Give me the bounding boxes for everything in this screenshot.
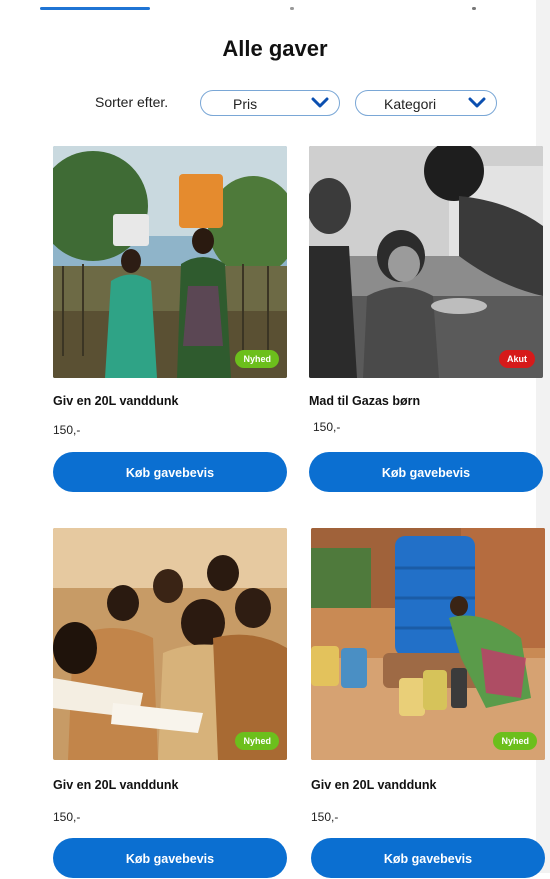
product-photo-water-tank[interactable]: Nyhed: [311, 528, 545, 760]
buy-gift-certificate-button[interactable]: Køb gavebevis: [311, 838, 545, 878]
page-title: Alle gaver: [222, 36, 328, 61]
product-price: 150,-: [313, 420, 341, 434]
product-price: 150,-: [53, 423, 81, 437]
badge-new: Nyhed: [235, 350, 279, 368]
badge-urgent: Akut: [499, 350, 535, 368]
buy-gift-certificate-button[interactable]: Køb gavebevis: [53, 838, 287, 878]
product-price: 150,-: [311, 810, 339, 824]
top-strip: [0, 0, 550, 14]
page-margin-left: [0, 0, 30, 873]
product-title: Giv en 20L vanddunk: [311, 778, 437, 792]
sort-label: Sorter efter.: [95, 94, 169, 110]
price-select-value: Pris: [233, 96, 258, 112]
chevron-down-icon: [311, 97, 329, 108]
product-price: 150,-: [53, 810, 81, 824]
category-select-value: Kategori: [384, 96, 437, 112]
buy-gift-certificate-button[interactable]: Køb gavebevis: [53, 452, 287, 492]
product-title: Mad til Gazas børn: [309, 394, 421, 408]
chevron-down-icon: [468, 97, 486, 108]
buy-gift-certificate-button[interactable]: Køb gavebevis: [309, 452, 543, 492]
top-strip-dot: [290, 7, 294, 10]
badge-new: Nyhed: [235, 732, 279, 750]
badge-new: Nyhed: [493, 732, 537, 750]
product-photo-gaza-children[interactable]: Akut: [309, 146, 543, 378]
product-title: Giv en 20L vanddunk: [53, 778, 179, 792]
product-title: Giv en 20L vanddunk: [53, 394, 179, 408]
top-strip-dot: [472, 7, 476, 10]
product-photo-school-children[interactable]: Nyhed: [53, 528, 287, 760]
product-photo-water-carriers[interactable]: Nyhed: [53, 146, 287, 378]
top-strip-accent: [40, 7, 150, 10]
category-select[interactable]: Kategori: [355, 90, 497, 116]
price-select[interactable]: Pris: [200, 90, 340, 116]
